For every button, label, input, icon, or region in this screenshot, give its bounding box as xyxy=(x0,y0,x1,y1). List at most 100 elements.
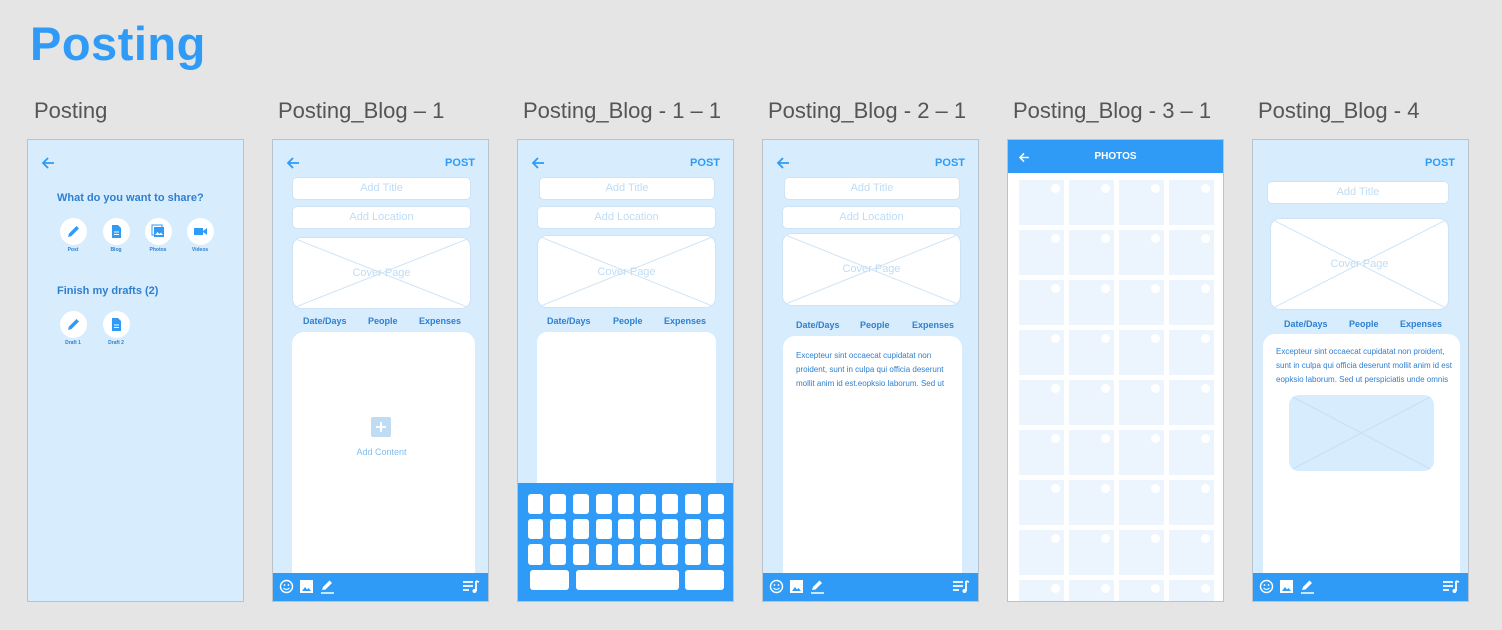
photo-thumbnail[interactable] xyxy=(1169,580,1214,601)
select-circle-icon[interactable] xyxy=(1101,484,1110,493)
draft-2-button[interactable] xyxy=(103,311,130,338)
key[interactable] xyxy=(640,494,656,514)
emoji-icon[interactable] xyxy=(769,579,784,594)
tab-date-days[interactable]: Date/Days xyxy=(303,316,347,326)
key[interactable] xyxy=(528,519,543,539)
select-circle-icon[interactable] xyxy=(1051,534,1060,543)
blog-paragraph[interactable]: Excepteur sint occaecat cupidatat non pr… xyxy=(1276,345,1452,389)
playlist-icon[interactable] xyxy=(952,580,970,594)
key[interactable] xyxy=(550,544,566,565)
share-blog-button[interactable] xyxy=(103,218,130,245)
select-circle-icon[interactable] xyxy=(1051,334,1060,343)
photo-thumbnail[interactable] xyxy=(1169,330,1214,375)
cover-page-placeholder[interactable]: Cover Page xyxy=(1270,218,1449,310)
image-icon[interactable] xyxy=(1280,580,1293,593)
key[interactable] xyxy=(685,544,701,565)
select-circle-icon[interactable] xyxy=(1151,284,1160,293)
playlist-icon[interactable] xyxy=(462,580,480,594)
key[interactable] xyxy=(550,519,566,539)
cover-page-placeholder[interactable]: Cover Page xyxy=(782,233,961,306)
photo-thumbnail[interactable] xyxy=(1019,180,1064,225)
select-circle-icon[interactable] xyxy=(1151,584,1160,593)
photo-thumbnail[interactable] xyxy=(1019,530,1064,575)
emoji-icon[interactable] xyxy=(279,579,294,594)
tab-date-days[interactable]: Date/Days xyxy=(547,316,591,326)
select-circle-icon[interactable] xyxy=(1201,334,1210,343)
select-circle-icon[interactable] xyxy=(1101,184,1110,193)
select-circle-icon[interactable] xyxy=(1101,384,1110,393)
photo-thumbnail[interactable] xyxy=(1019,580,1064,601)
shift-key[interactable] xyxy=(530,570,569,590)
select-circle-icon[interactable] xyxy=(1051,284,1060,293)
tab-expenses[interactable]: Expenses xyxy=(1400,319,1442,329)
key[interactable] xyxy=(618,544,634,565)
photo-thumbnail[interactable] xyxy=(1069,380,1114,425)
photo-thumbnail[interactable] xyxy=(1019,480,1064,525)
tab-people[interactable]: People xyxy=(860,320,890,330)
key[interactable] xyxy=(662,494,678,514)
photo-thumbnail[interactable] xyxy=(1119,580,1164,601)
key[interactable] xyxy=(662,519,678,539)
photo-thumbnail[interactable] xyxy=(1119,480,1164,525)
content-area[interactable]: Excepteur sint occaecat cupidatat non pr… xyxy=(783,336,962,596)
photo-thumbnail[interactable] xyxy=(1069,230,1114,275)
key[interactable] xyxy=(618,519,634,539)
draft-1-button[interactable] xyxy=(60,311,87,338)
select-circle-icon[interactable] xyxy=(1051,584,1060,593)
back-arrow-icon[interactable] xyxy=(775,155,791,171)
select-circle-icon[interactable] xyxy=(1101,584,1110,593)
key[interactable] xyxy=(640,519,656,539)
photo-thumbnail[interactable] xyxy=(1069,330,1114,375)
location-input[interactable]: Add Location xyxy=(292,206,471,229)
photo-thumbnail[interactable] xyxy=(1069,430,1114,475)
share-post-button[interactable] xyxy=(60,218,87,245)
photo-thumbnail[interactable] xyxy=(1169,530,1214,575)
image-icon[interactable] xyxy=(790,580,803,593)
select-circle-icon[interactable] xyxy=(1201,484,1210,493)
key[interactable] xyxy=(640,544,656,565)
photo-thumbnail[interactable] xyxy=(1169,380,1214,425)
tab-date-days[interactable]: Date/Days xyxy=(1284,319,1328,329)
back-arrow-icon[interactable] xyxy=(530,155,546,171)
photo-thumbnail[interactable] xyxy=(1119,180,1164,225)
select-circle-icon[interactable] xyxy=(1201,184,1210,193)
edit-icon[interactable] xyxy=(320,579,335,594)
key[interactable] xyxy=(550,494,566,514)
select-circle-icon[interactable] xyxy=(1201,534,1210,543)
photo-thumbnail[interactable] xyxy=(1069,480,1114,525)
cover-page-placeholder[interactable]: Cover Page xyxy=(537,235,716,308)
tab-date-days[interactable]: Date/Days xyxy=(796,320,840,330)
key[interactable] xyxy=(708,544,724,565)
photo-thumbnail[interactable] xyxy=(1069,580,1114,601)
photo-thumbnail[interactable] xyxy=(1069,180,1114,225)
tab-expenses[interactable]: Expenses xyxy=(664,316,706,326)
photo-thumbnail[interactable] xyxy=(1069,280,1114,325)
select-circle-icon[interactable] xyxy=(1151,484,1160,493)
cover-page-placeholder[interactable]: Cover Page xyxy=(292,237,471,309)
tab-expenses[interactable]: Expenses xyxy=(912,320,954,330)
photo-thumbnail[interactable] xyxy=(1119,230,1164,275)
key[interactable] xyxy=(528,494,543,514)
photo-thumbnail[interactable] xyxy=(1119,380,1164,425)
photo-thumbnail[interactable] xyxy=(1169,430,1214,475)
select-circle-icon[interactable] xyxy=(1151,434,1160,443)
post-button[interactable]: POST xyxy=(1425,157,1455,169)
select-circle-icon[interactable] xyxy=(1201,584,1210,593)
photo-thumbnail[interactable] xyxy=(1019,430,1064,475)
tab-people[interactable]: People xyxy=(1349,319,1379,329)
photo-thumbnail[interactable] xyxy=(1119,330,1164,375)
select-circle-icon[interactable] xyxy=(1101,284,1110,293)
back-arrow-icon[interactable] xyxy=(285,155,301,171)
select-circle-icon[interactable] xyxy=(1151,234,1160,243)
select-circle-icon[interactable] xyxy=(1151,334,1160,343)
location-input[interactable]: Add Location xyxy=(537,206,716,229)
tab-people[interactable]: People xyxy=(368,316,398,326)
select-circle-icon[interactable] xyxy=(1101,534,1110,543)
key[interactable] xyxy=(596,494,612,514)
title-input[interactable]: Add Title xyxy=(784,177,960,200)
title-input[interactable]: Add Title xyxy=(1267,181,1449,204)
photo-thumbnail[interactable] xyxy=(1069,530,1114,575)
key[interactable] xyxy=(662,544,678,565)
content-area[interactable]: Excepteur sint occaecat cupidatat non pr… xyxy=(1263,334,1460,594)
key[interactable] xyxy=(708,519,724,539)
